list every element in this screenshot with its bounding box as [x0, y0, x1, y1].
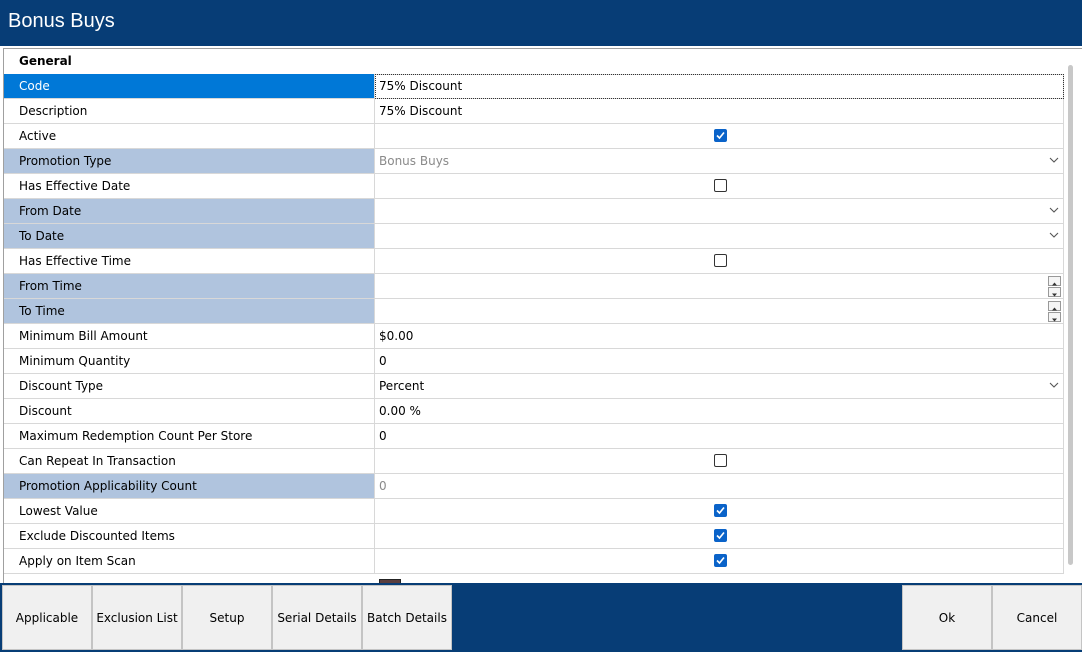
row-can-repeat-in-transaction[interactable]: Can Repeat In Transaction [4, 449, 1064, 474]
checkmark-icon [716, 531, 725, 540]
row-label: Has Effective Time [19, 254, 131, 268]
row-label: To Time [19, 304, 65, 318]
property-grid: General Code 75% Discount Description 75… [3, 48, 1082, 584]
row-to-time[interactable]: To Time [4, 299, 1064, 324]
to-date-picker[interactable] [375, 224, 1064, 249]
code-field[interactable]: 75% Discount [375, 74, 1064, 99]
row-label: Discount [19, 404, 72, 418]
row-has-effective-date[interactable]: Has Effective Date [4, 174, 1064, 199]
discount-field[interactable]: 0.00 % [375, 399, 1064, 424]
row-label: Promotion Type [19, 154, 112, 168]
row-description[interactable]: Description 75% Discount [4, 99, 1064, 124]
chevron-down-icon[interactable] [1049, 230, 1059, 240]
has-effective-date-checkbox[interactable] [714, 179, 727, 192]
promotion-applicability-count-field[interactable]: 0 [375, 474, 1064, 499]
row-lowest-value[interactable]: Lowest Value [4, 499, 1064, 524]
applicable-button[interactable]: Applicable [2, 585, 92, 650]
row-from-date[interactable]: From Date [4, 199, 1064, 224]
to-time-field[interactable] [375, 299, 1064, 324]
row-discount[interactable]: Discount 0.00 % [4, 399, 1064, 424]
minimum-quantity-field[interactable]: 0 [375, 349, 1064, 374]
row-max-redemption-count[interactable]: Maximum Redemption Count Per Store 0 [4, 424, 1064, 449]
window-title: Bonus Buys [8, 10, 115, 32]
spin-up-down-icon[interactable] [1048, 276, 1061, 297]
row-code[interactable]: Code 75% Discount [4, 74, 1064, 99]
from-date-picker[interactable] [375, 199, 1064, 224]
row-minimum-bill-amount[interactable]: Minimum Bill Amount $0.00 [4, 324, 1064, 349]
row-label: From Date [19, 204, 82, 218]
row-label: To Date [19, 229, 65, 243]
row-label: Code [19, 79, 50, 93]
lowest-value-checkbox[interactable] [714, 504, 727, 517]
setup-button[interactable]: Setup [182, 585, 272, 650]
minimum-bill-amount-value: $0.00 [379, 329, 414, 343]
checkmark-icon [716, 131, 725, 140]
row-label: Can Repeat In Transaction [19, 454, 176, 468]
chevron-down-icon[interactable] [1049, 380, 1059, 390]
max-redemption-count-field[interactable]: 0 [375, 424, 1064, 449]
section-header-general[interactable]: General [4, 49, 1064, 75]
row-exclude-discounted-items[interactable]: Exclude Discounted Items [4, 524, 1064, 549]
batch-details-button[interactable]: Batch Details [362, 585, 452, 650]
promotion-type-dropdown[interactable]: Bonus Buys [375, 149, 1064, 174]
promotion-type-value: Bonus Buys [379, 154, 450, 168]
section-title: General [19, 54, 72, 68]
row-label: From Time [19, 279, 82, 293]
code-value: 75% Discount [379, 79, 463, 93]
serial-details-button[interactable]: Serial Details [272, 585, 362, 650]
row-label: Apply on Item Scan [19, 554, 136, 568]
row-label: Exclude Discounted Items [19, 529, 175, 543]
row-label: Active [19, 129, 57, 143]
discount-value: 0.00 % [379, 404, 421, 418]
row-label: Discount Type [19, 379, 104, 393]
action-bar: Applicable Exclusion List Setup Serial D… [0, 583, 1082, 652]
description-field[interactable]: 75% Discount [375, 99, 1064, 124]
row-label: Promotion Applicability Count [19, 479, 197, 493]
max-redemption-count-value: 0 [379, 429, 387, 443]
minimum-quantity-value: 0 [379, 354, 387, 368]
row-label: Minimum Bill Amount [19, 329, 148, 343]
vertical-scrollbar[interactable] [1068, 65, 1073, 565]
exclusion-list-button[interactable]: Exclusion List [92, 585, 182, 650]
row-promotion-type[interactable]: Promotion Type Bonus Buys [4, 149, 1064, 174]
cancel-button[interactable]: Cancel [992, 585, 1082, 650]
description-value: 75% Discount [379, 104, 463, 118]
row-label: Minimum Quantity [19, 354, 131, 368]
minimum-bill-amount-field[interactable]: $0.00 [375, 324, 1064, 349]
discount-type-value: Percent [379, 379, 425, 393]
apply-on-item-scan-checkbox[interactable] [714, 554, 727, 567]
row-label: Has Effective Date [19, 179, 131, 193]
row-has-effective-time[interactable]: Has Effective Time [4, 249, 1064, 274]
can-repeat-checkbox[interactable] [714, 454, 727, 467]
row-from-time[interactable]: From Time [4, 274, 1064, 299]
checkmark-icon [716, 556, 725, 565]
ok-button[interactable]: Ok [902, 585, 992, 650]
row-label: Lowest Value [19, 504, 98, 518]
row-discount-type[interactable]: Discount Type Percent [4, 374, 1064, 399]
chevron-down-icon[interactable] [1049, 155, 1059, 165]
promotion-applicability-count-value: 0 [379, 479, 387, 493]
row-apply-on-item-scan[interactable]: Apply on Item Scan [4, 549, 1064, 574]
row-promotion-applicability-count[interactable]: Promotion Applicability Count 0 [4, 474, 1064, 499]
row-label: Description [19, 104, 88, 118]
row-label: Maximum Redemption Count Per Store [19, 429, 253, 443]
spin-up-down-icon[interactable] [1048, 301, 1061, 322]
row-active[interactable]: Active [4, 124, 1064, 149]
active-checkbox[interactable] [714, 129, 727, 142]
chevron-down-icon[interactable] [1049, 205, 1059, 215]
title-bar: Bonus Buys [0, 0, 1082, 46]
row-minimum-quantity[interactable]: Minimum Quantity 0 [4, 349, 1064, 374]
row-to-date[interactable]: To Date [4, 224, 1064, 249]
has-effective-time-checkbox[interactable] [714, 254, 727, 267]
checkmark-icon [716, 506, 725, 515]
from-time-field[interactable] [375, 274, 1064, 299]
exclude-discounted-items-checkbox[interactable] [714, 529, 727, 542]
discount-type-dropdown[interactable]: Percent [375, 374, 1064, 399]
